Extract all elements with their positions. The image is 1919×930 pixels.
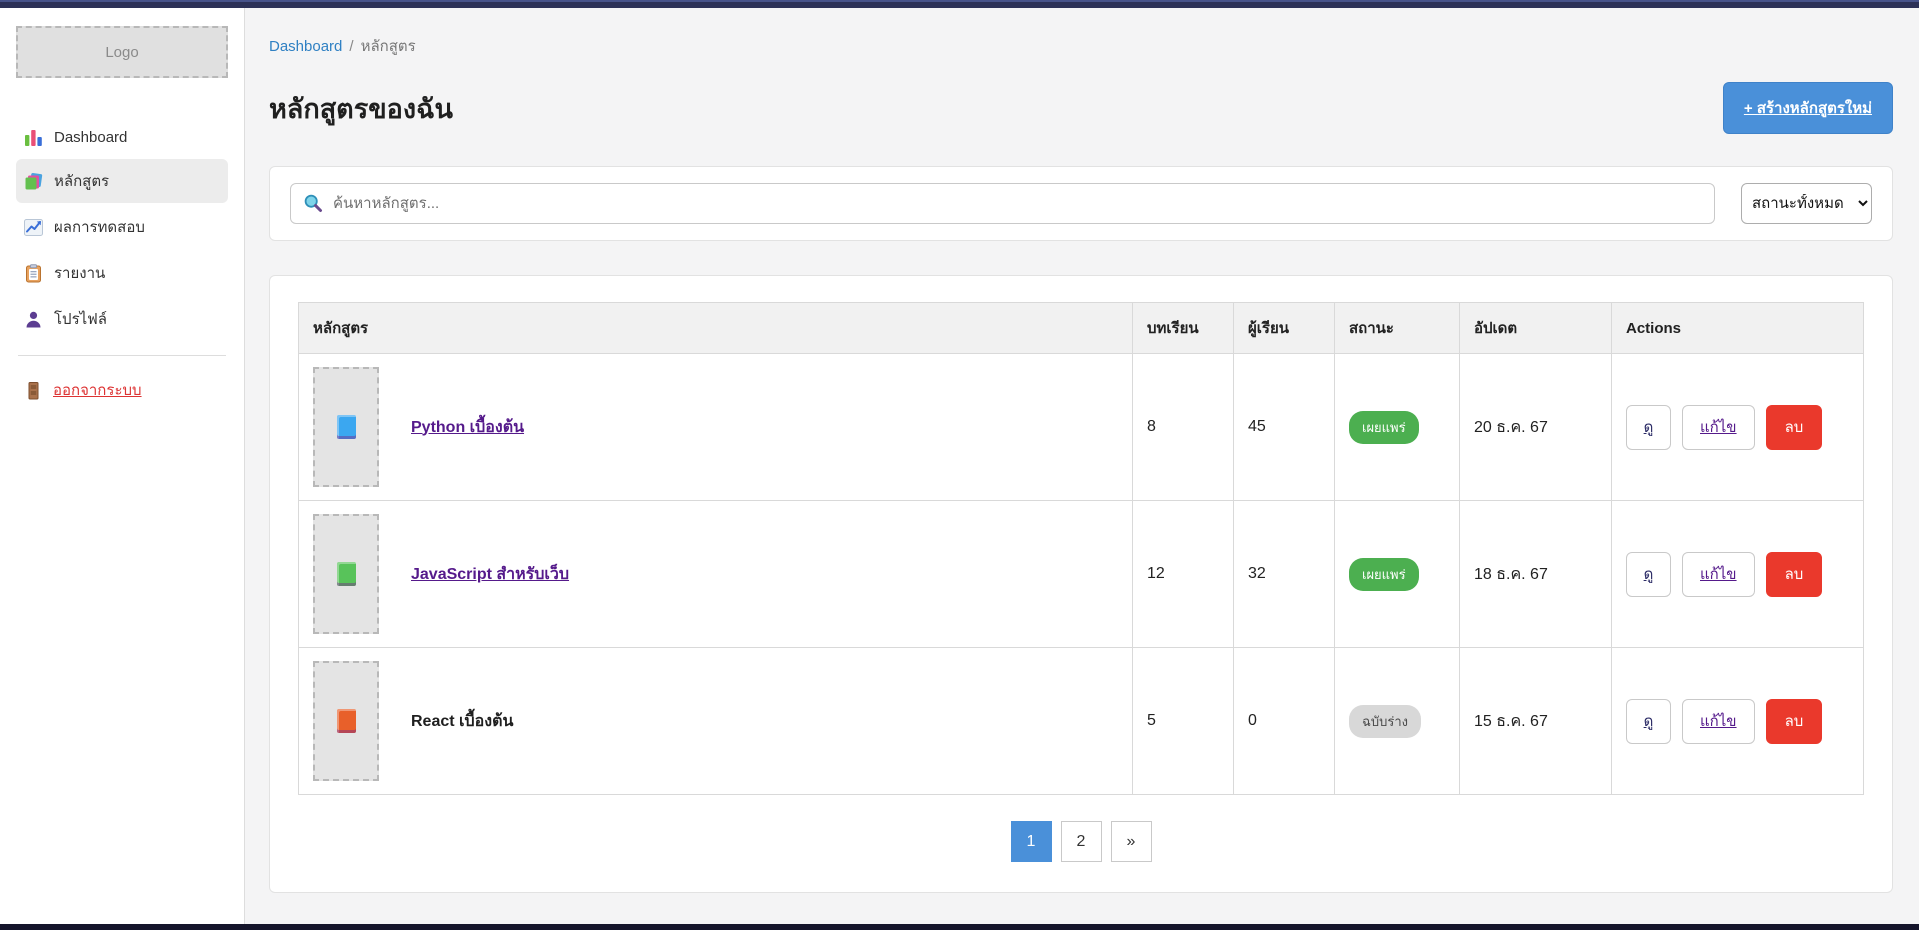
delete-button[interactable]: ลบ (1766, 552, 1823, 597)
column-header-students: ผู้เรียน (1234, 303, 1335, 354)
course-cell: React เบื้องต้น (313, 661, 1118, 781)
main-content: Dashboard / หลักสูตร หลักสูตรของฉัน + สร้า… (245, 8, 1919, 924)
table-row: JavaScript สำหรับเว็บ 12 32 เผยแพร่ 18 ธ… (299, 501, 1864, 648)
pagination: 1 2 » (298, 821, 1864, 862)
sidebar-item-profile[interactable]: โปรไฟล์ (16, 297, 228, 341)
row-actions: ดู แก้ไข ลบ (1626, 699, 1849, 744)
door-icon (24, 381, 43, 400)
sidebar-item-label: หลักสูตร (54, 169, 109, 193)
edit-button[interactable]: แก้ไข (1682, 699, 1755, 744)
sidebar: Logo Dashboard หลักสูตร ผลการทดสอบ รายงา (0, 8, 245, 924)
logout-link[interactable]: ออกจากระบบ (16, 374, 150, 406)
column-header-status: สถานะ (1335, 303, 1460, 354)
row-actions: ดู แก้ไข ลบ (1626, 405, 1849, 450)
filter-toolbar: สถานะทั้งหมด (269, 166, 1893, 241)
orange-book-icon (337, 709, 356, 733)
breadcrumb-current: หลักสูตร (361, 38, 416, 55)
course-title: React เบื้องต้น (411, 709, 513, 734)
course-cell: JavaScript สำหรับเว็บ (313, 514, 1118, 634)
sidebar-item-label: Dashboard (54, 129, 127, 146)
search-input[interactable] (290, 183, 1715, 224)
blue-book-icon (337, 415, 356, 439)
table-row: React เบื้องต้น 5 0 ฉบับร่าง 15 ธ.ค. 67 … (299, 648, 1864, 795)
logo-text: Logo (105, 44, 138, 61)
books-icon (24, 172, 43, 191)
person-icon (24, 310, 43, 329)
sidebar-item-dashboard[interactable]: Dashboard (16, 118, 228, 157)
view-button[interactable]: ดู (1626, 699, 1671, 744)
course-cell: Python เบื้องต้น (313, 367, 1118, 487)
sidebar-item-courses[interactable]: หลักสูตร (16, 159, 228, 203)
sidebar-item-reports[interactable]: รายงาน (16, 251, 228, 295)
table-header-row: หลักสูตร บทเรียน ผู้เรียน สถานะ อัปเดต A… (299, 303, 1864, 354)
sidebar-divider (18, 355, 226, 356)
edit-button[interactable]: แก้ไข (1682, 552, 1755, 597)
delete-button[interactable]: ลบ (1766, 405, 1823, 450)
status-badge: เผยแพร่ (1349, 411, 1419, 444)
column-header-lessons: บทเรียน (1133, 303, 1234, 354)
lessons-count: 5 (1133, 648, 1234, 795)
lessons-count: 12 (1133, 501, 1234, 648)
updated-date: 18 ธ.ค. 67 (1460, 501, 1612, 648)
students-count: 45 (1234, 354, 1335, 501)
updated-date: 20 ธ.ค. 67 (1460, 354, 1612, 501)
top-accent-bar (0, 0, 1919, 8)
bar-chart-icon (24, 128, 43, 147)
search-field-wrapper (290, 183, 1715, 224)
lessons-count: 8 (1133, 354, 1234, 501)
breadcrumb-dashboard-link[interactable]: Dashboard (269, 38, 342, 55)
breadcrumb: Dashboard / หลักสูตร (269, 34, 1893, 58)
students-count: 32 (1234, 501, 1335, 648)
edit-button[interactable]: แก้ไข (1682, 405, 1755, 450)
course-thumbnail-placeholder (313, 661, 379, 781)
green-book-icon (337, 562, 356, 586)
course-thumbnail-placeholder (313, 367, 379, 487)
create-course-button[interactable]: + สร้างหลักสูตรใหม่ (1723, 82, 1893, 134)
status-badge: เผยแพร่ (1349, 558, 1419, 591)
course-title-link[interactable]: JavaScript สำหรับเว็บ (411, 562, 569, 587)
status-badge: ฉบับร่าง (1349, 705, 1421, 738)
delete-button[interactable]: ลบ (1766, 699, 1823, 744)
pagination-next-button[interactable]: » (1111, 821, 1152, 862)
sidebar-item-label: รายงาน (54, 261, 105, 285)
logout-label: ออกจากระบบ (53, 378, 142, 402)
view-button[interactable]: ดู (1626, 552, 1671, 597)
column-header-course: หลักสูตร (299, 303, 1133, 354)
pagination-page-1[interactable]: 1 (1011, 821, 1052, 862)
logo: Logo (16, 26, 228, 78)
students-count: 0 (1234, 648, 1335, 795)
pagination-page-2[interactable]: 2 (1061, 821, 1102, 862)
column-header-actions: Actions (1612, 303, 1864, 354)
clipboard-icon (24, 264, 43, 283)
updated-date: 15 ธ.ค. 67 (1460, 648, 1612, 795)
sidebar-item-test-results[interactable]: ผลการทดสอบ (16, 205, 228, 249)
table-row: Python เบื้องต้น 8 45 เผยแพร่ 20 ธ.ค. 67… (299, 354, 1864, 501)
line-chart-icon (24, 218, 43, 237)
bottom-accent-bar (0, 924, 1919, 930)
row-actions: ดู แก้ไข ลบ (1626, 552, 1849, 597)
page-title: หลักสูตรของฉัน (269, 87, 453, 130)
status-filter-select[interactable]: สถานะทั้งหมด (1741, 183, 1872, 224)
courses-table-card: หลักสูตร บทเรียน ผู้เรียน สถานะ อัปเดต A… (269, 275, 1893, 893)
column-header-updated: อัปเดต (1460, 303, 1612, 354)
courses-table: หลักสูตร บทเรียน ผู้เรียน สถานะ อัปเดต A… (298, 302, 1864, 795)
page-header: หลักสูตรของฉัน + สร้างหลักสูตรใหม่ (269, 82, 1893, 134)
course-thumbnail-placeholder (313, 514, 379, 634)
sidebar-item-label: โปรไฟล์ (54, 307, 107, 331)
breadcrumb-separator: / (349, 38, 353, 55)
sidebar-item-label: ผลการทดสอบ (54, 215, 145, 239)
view-button[interactable]: ดู (1626, 405, 1671, 450)
course-title-link[interactable]: Python เบื้องต้น (411, 415, 524, 440)
app-layout: Logo Dashboard หลักสูตร ผลการทดสอบ รายงา (0, 8, 1919, 924)
